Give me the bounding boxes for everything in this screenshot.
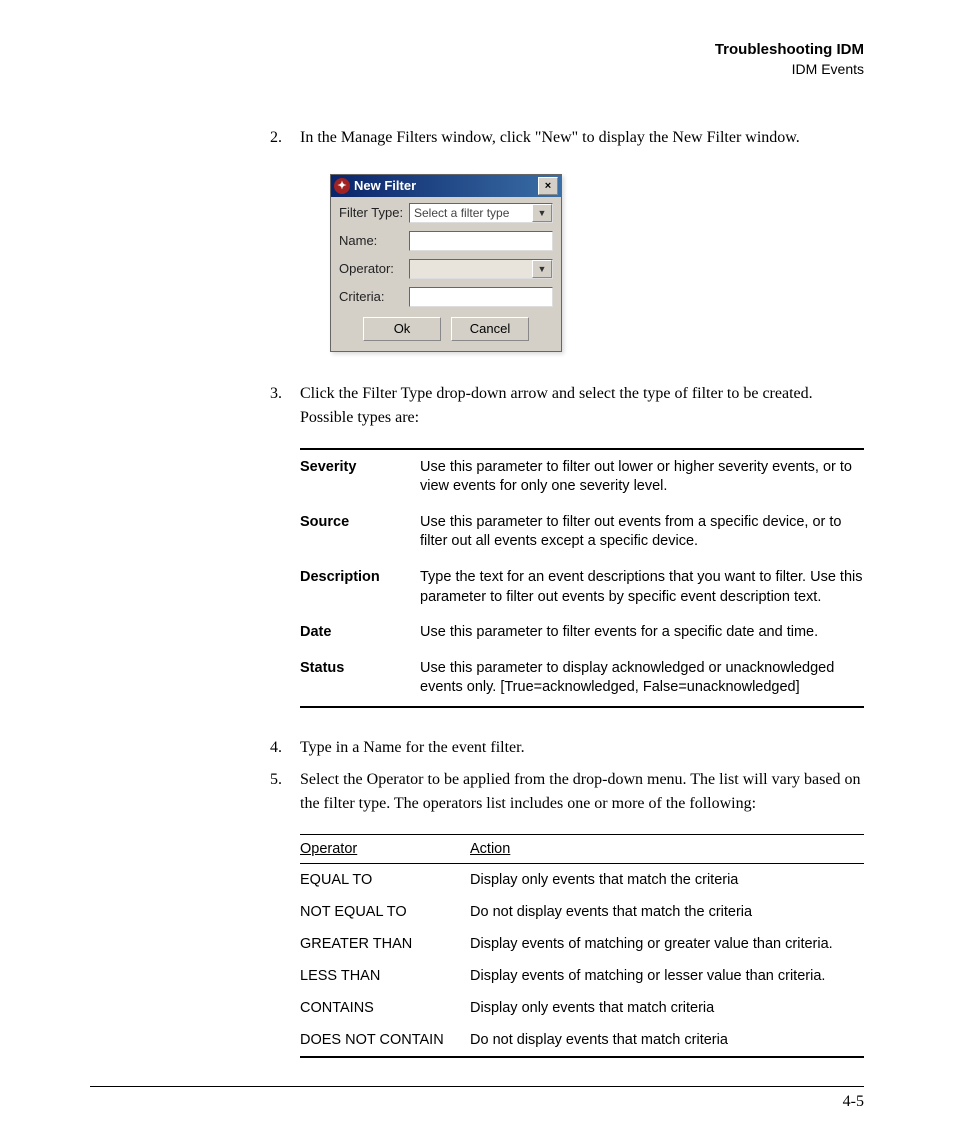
table-header: Operator Action xyxy=(300,835,864,864)
name-row: Name: xyxy=(339,231,553,251)
operator-name: DOES NOT CONTAIN xyxy=(300,1032,470,1048)
operators-table: Operator Action EQUAL TO Display only ev… xyxy=(300,834,864,1058)
dialog-title: New Filter xyxy=(354,178,538,193)
filter-type-select[interactable]: Select a filter type ▼ xyxy=(409,203,553,223)
operator-label: Operator: xyxy=(339,261,409,276)
col-operator: Operator xyxy=(300,841,357,857)
filter-type-row: Filter Type: Select a filter type ▼ xyxy=(339,203,553,223)
dialog-buttons: Ok Cancel xyxy=(339,317,553,341)
table-row: Date Use this parameter to filter events… xyxy=(300,615,864,651)
ok-button[interactable]: Ok xyxy=(363,317,441,341)
table-row: EQUAL TO Display only events that match … xyxy=(300,864,864,896)
close-icon[interactable]: × xyxy=(538,177,558,195)
table-row: Status Use this parameter to display ack… xyxy=(300,651,864,706)
param-name: Source xyxy=(300,513,420,552)
operator-action: Display events of matching or lesser val… xyxy=(470,968,864,984)
operator-action: Do not display events that match the cri… xyxy=(470,904,864,920)
name-input[interactable] xyxy=(409,231,553,251)
filter-type-label: Filter Type: xyxy=(339,205,409,220)
filter-types-table: Severity Use this parameter to filter ou… xyxy=(300,448,864,708)
app-icon: ✦ xyxy=(334,178,350,194)
param-name: Severity xyxy=(300,458,420,497)
table-row: NOT EQUAL TO Do not display events that … xyxy=(300,896,864,928)
step-number: 4. xyxy=(270,736,300,760)
name-label: Name: xyxy=(339,233,409,248)
operator-action: Display events of matching or greater va… xyxy=(470,936,864,952)
table-row: Severity Use this parameter to filter ou… xyxy=(300,450,864,505)
dialog-body: Filter Type: Select a filter type ▼ Name… xyxy=(331,197,561,351)
table-row: Source Use this parameter to filter out … xyxy=(300,505,864,560)
cancel-button[interactable]: Cancel xyxy=(451,317,529,341)
step-number: 2. xyxy=(270,126,300,150)
param-name: Status xyxy=(300,659,420,698)
param-name: Description xyxy=(300,568,420,607)
param-name: Date xyxy=(300,623,420,643)
criteria-label: Criteria: xyxy=(339,289,409,304)
header-title: Troubleshooting IDM xyxy=(90,40,864,60)
col-action: Action xyxy=(470,841,510,857)
dialog-screenshot: ✦ New Filter × Filter Type: Select a fil… xyxy=(330,174,864,352)
criteria-input[interactable] xyxy=(409,287,553,307)
step-5: 5. Select the Operator to be applied fro… xyxy=(270,768,864,816)
param-desc: Type the text for an event descriptions … xyxy=(420,568,864,607)
operator-action: Do not display events that match criteri… xyxy=(470,1032,864,1048)
param-desc: Use this parameter to display acknowledg… xyxy=(420,659,864,698)
param-desc: Use this parameter to filter out lower o… xyxy=(420,458,864,497)
chevron-down-icon[interactable]: ▼ xyxy=(532,204,552,222)
operator-action: Display only events that match the crite… xyxy=(470,872,864,888)
page: Troubleshooting IDM IDM Events 2. In the… xyxy=(0,0,954,1145)
step-text: Click the Filter Type drop-down arrow an… xyxy=(300,382,864,430)
operator-name: GREATER THAN xyxy=(300,936,470,952)
operator-action: Display only events that match criteria xyxy=(470,1000,864,1016)
operator-name: CONTAINS xyxy=(300,1000,470,1016)
step-number: 5. xyxy=(270,768,300,816)
table-row: DOES NOT CONTAIN Do not display events t… xyxy=(300,1024,864,1056)
page-header: Troubleshooting IDM IDM Events xyxy=(90,40,864,78)
table-row: LESS THAN Display events of matching or … xyxy=(300,960,864,992)
new-filter-dialog: ✦ New Filter × Filter Type: Select a fil… xyxy=(330,174,562,352)
step-text: Select the Operator to be applied from t… xyxy=(300,768,864,816)
header-subtitle: IDM Events xyxy=(90,60,864,78)
step-2: 2. In the Manage Filters window, click "… xyxy=(270,126,864,150)
param-desc: Use this parameter to filter events for … xyxy=(420,623,864,643)
dialog-titlebar: ✦ New Filter × xyxy=(331,175,561,197)
operator-name: LESS THAN xyxy=(300,968,470,984)
param-desc: Use this parameter to filter out events … xyxy=(420,513,864,552)
table-row: CONTAINS Display only events that match … xyxy=(300,992,864,1024)
step-3: 3. Click the Filter Type drop-down arrow… xyxy=(270,382,864,430)
table-row: Description Type the text for an event d… xyxy=(300,560,864,615)
filter-type-value: Select a filter type xyxy=(414,206,509,220)
step-number: 3. xyxy=(270,382,300,430)
step-text: In the Manage Filters window, click "New… xyxy=(300,126,864,150)
chevron-down-icon[interactable]: ▼ xyxy=(532,260,552,278)
operator-select[interactable]: ▼ xyxy=(409,259,553,279)
page-number: 4-5 xyxy=(843,1093,864,1110)
step-4: 4. Type in a Name for the event filter. xyxy=(270,736,864,760)
operator-row: Operator: ▼ xyxy=(339,259,553,279)
table-row: GREATER THAN Display events of matching … xyxy=(300,928,864,960)
operator-name: EQUAL TO xyxy=(300,872,470,888)
step-text: Type in a Name for the event filter. xyxy=(300,736,864,760)
page-footer: 4-5 xyxy=(90,1086,864,1111)
operator-name: NOT EQUAL TO xyxy=(300,904,470,920)
criteria-row: Criteria: xyxy=(339,287,553,307)
